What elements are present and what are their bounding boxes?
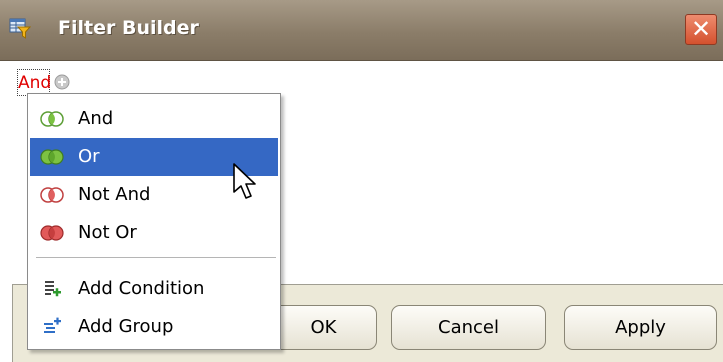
cancel-button[interactable]: Cancel [391, 305, 546, 350]
group-operator-menu: And Or Not And Not Or Add Condition Add … [27, 93, 281, 350]
close-button[interactable]: ✕ [685, 14, 717, 45]
apply-button[interactable]: Apply [564, 305, 717, 350]
and-venn-icon [40, 111, 64, 127]
menu-item-label: Not Or [78, 222, 137, 243]
menu-item-label: Not And [78, 184, 151, 205]
menu-item-label: And [78, 108, 114, 129]
ok-button[interactable]: OK [270, 305, 377, 350]
menu-item-and[interactable]: And [30, 100, 278, 138]
add-circle-icon[interactable] [53, 73, 71, 91]
or-venn-icon [40, 149, 64, 165]
menu-item-label: Or [78, 146, 100, 167]
filter-builder-icon [9, 18, 31, 39]
menu-item-label: Add Group [78, 316, 174, 337]
title-bar: Filter Builder ✕ [0, 0, 723, 61]
group-operator-link[interactable]: And [17, 69, 51, 96]
menu-item-add-group[interactable]: Add Group [30, 308, 278, 346]
menu-item-add-condition[interactable]: Add Condition [30, 270, 278, 308]
not-and-venn-icon [40, 187, 64, 203]
menu-item-not-or[interactable]: Not Or [30, 214, 278, 252]
add-group-icon [44, 317, 61, 333]
menu-item-label: Add Condition [78, 278, 205, 299]
add-condition-icon [45, 281, 61, 297]
window-title: Filter Builder [58, 17, 199, 39]
mouse-pointer-icon [233, 163, 256, 199]
menu-separator [36, 257, 276, 258]
not-or-venn-icon [40, 225, 64, 241]
